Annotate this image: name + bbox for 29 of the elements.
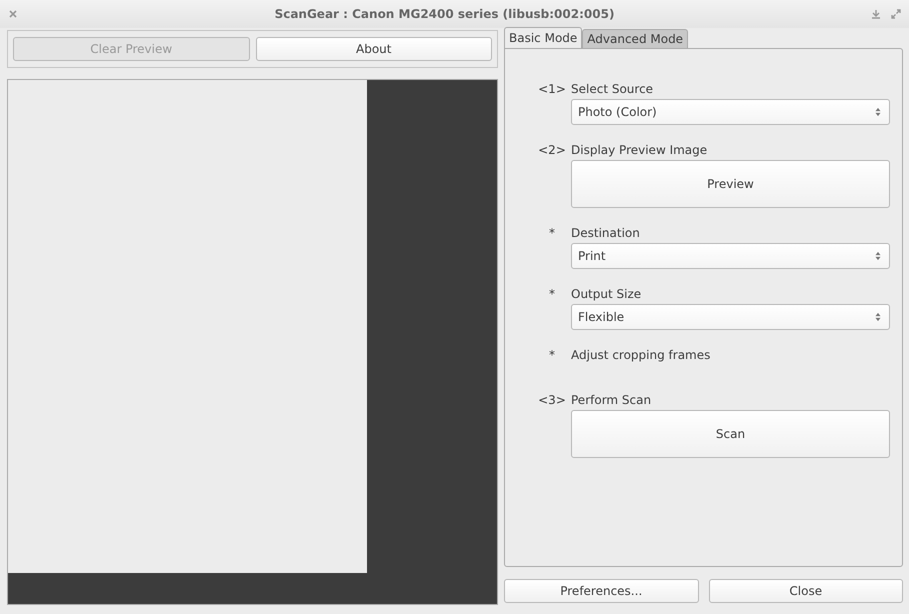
action-button[interactable]: Scan bbox=[571, 410, 890, 458]
step-marker: * bbox=[548, 287, 556, 301]
dialog-button[interactable]: Close bbox=[708, 579, 903, 603]
window-title: ScanGear : Canon MG2400 series (libusb:002:005) bbox=[274, 7, 616, 21]
maximize-icon[interactable] bbox=[891, 9, 901, 19]
tab[interactable]: Basic Mode bbox=[504, 27, 582, 48]
step-marker: * bbox=[548, 348, 556, 362]
step-marker: * bbox=[548, 226, 556, 240]
dropdown[interactable]: Flexible bbox=[571, 304, 890, 330]
step-marker: <3> bbox=[537, 393, 567, 407]
dropdown[interactable]: Print bbox=[571, 243, 890, 269]
step-label: Output Size bbox=[571, 287, 642, 301]
close-icon[interactable] bbox=[8, 9, 18, 19]
step-marker: <1> bbox=[537, 82, 567, 96]
tab[interactable]: Advanced Mode bbox=[582, 29, 688, 48]
step-label: Display Preview Image bbox=[571, 143, 708, 157]
step-label: Adjust cropping frames bbox=[571, 348, 712, 362]
dropdown[interactable]: Photo (Color) bbox=[571, 99, 890, 125]
step-label: Destination bbox=[571, 226, 641, 240]
step-marker: <2> bbox=[537, 143, 567, 157]
step-label: Perform Scan bbox=[571, 393, 652, 407]
spinner-arrows-icon bbox=[873, 312, 883, 322]
dialog-button[interactable]: Preferences... bbox=[504, 579, 698, 603]
minimize-icon[interactable] bbox=[871, 9, 881, 19]
spinner-arrows-icon bbox=[873, 107, 883, 117]
toolbar-button[interactable]: About bbox=[256, 37, 492, 61]
spinner-arrows-icon bbox=[873, 251, 883, 261]
action-button[interactable]: Preview bbox=[571, 160, 890, 208]
step-label: Select Source bbox=[571, 82, 654, 96]
